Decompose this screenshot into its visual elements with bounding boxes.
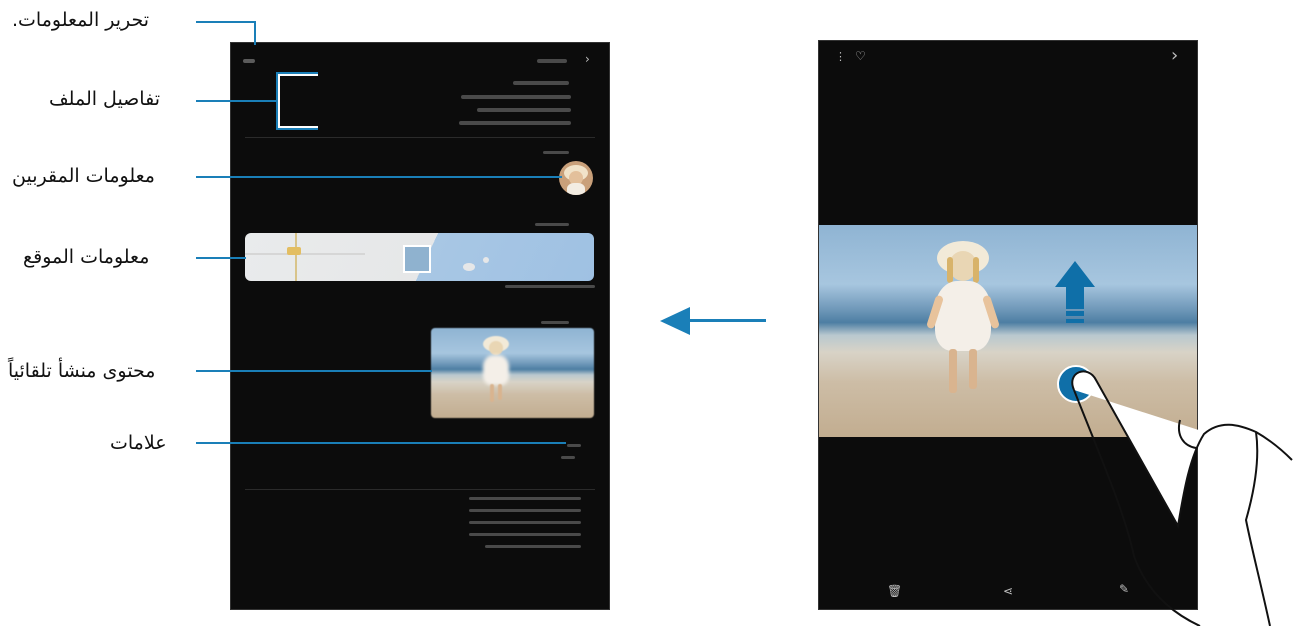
camera-info-row <box>469 533 581 536</box>
arrow-up-icon <box>1055 261 1095 331</box>
auto-content-heading <box>541 321 569 324</box>
people-avatar[interactable] <box>559 161 593 195</box>
details-title <box>537 59 567 63</box>
auto-content-thumbnail[interactable] <box>431 328 594 418</box>
callout-people-info: معلومات المقربين <box>12 165 155 187</box>
callout-location-info: معلومات الموقع <box>23 246 150 268</box>
share-icon[interactable]: ⋖ <box>1003 585 1013 597</box>
camera-info-row <box>469 497 581 500</box>
map-photo-pin <box>403 245 431 273</box>
callout-line-file <box>196 100 278 102</box>
more-vertical-icon[interactable]: ⋮ <box>835 51 846 62</box>
camera-info-row <box>485 545 581 548</box>
file-detail-row <box>459 121 571 125</box>
chevron-right-icon[interactable]: › <box>1171 47 1178 65</box>
hand-illustration <box>1071 370 1293 626</box>
callout-line-people <box>196 176 562 178</box>
location-heading <box>535 223 569 226</box>
callout-edit-info: تحرير المعلومات. <box>12 9 150 31</box>
edit-button[interactable] <box>243 59 255 63</box>
camera-info-row <box>469 521 581 524</box>
trash-icon[interactable]: 🗑 <box>887 585 902 597</box>
callout-line-edit-v <box>254 21 256 45</box>
callout-tags: علامات <box>110 432 167 454</box>
callout-file-details: تفاصيل الملف <box>49 88 160 110</box>
tag-chip[interactable] <box>561 456 575 459</box>
file-details-bracket <box>276 72 318 130</box>
tags-heading <box>567 444 581 447</box>
file-detail-row <box>513 81 569 85</box>
callout-line-tags <box>196 442 566 444</box>
section-divider <box>245 137 595 138</box>
people-heading <box>543 151 569 154</box>
location-map[interactable] <box>245 233 594 281</box>
callout-auto-content: محتوى منشأ تلقائياً <box>8 360 156 382</box>
file-detail-row <box>461 95 571 99</box>
arrow-left-icon <box>660 306 766 336</box>
section-divider-2 <box>245 489 595 490</box>
callout-line-edit <box>196 21 256 23</box>
file-detail-row <box>477 108 571 112</box>
callout-line-location <box>196 257 246 259</box>
heart-icon[interactable]: ♡ <box>855 50 866 62</box>
camera-info-row <box>469 509 581 512</box>
chevron-right-icon[interactable]: › <box>585 53 590 65</box>
callout-line-auto <box>196 370 432 372</box>
location-address <box>505 285 595 288</box>
